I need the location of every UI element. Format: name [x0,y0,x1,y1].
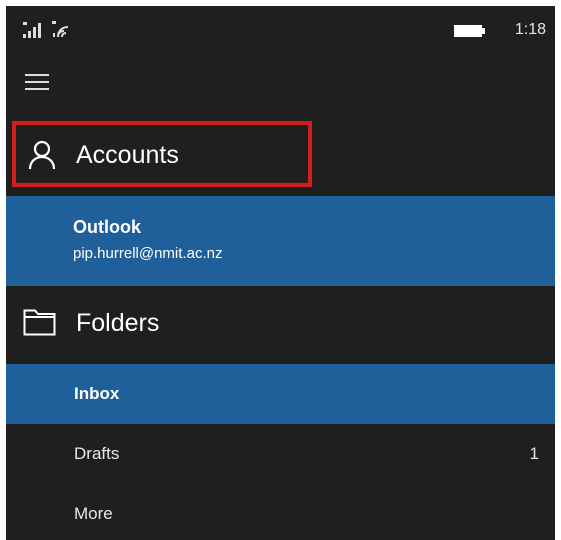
folder-item-inbox[interactable]: Inbox [6,364,555,424]
folder-name: Drafts [74,444,120,463]
account-item-outlook[interactable]: Outlook pip.hurrell@nmit.ac.nz [6,196,555,286]
account-name: Outlook [73,217,141,237]
folder-count: 1 [529,444,539,463]
folder-name: More [74,504,113,523]
folder-icon [23,309,56,336]
status-bar: 1:18 [6,6,555,52]
account-email: pip.hurrell@nmit.ac.nz [73,245,223,262]
status-time: 1:18 [514,21,546,38]
person-icon [28,140,56,170]
wifi-icon [52,21,69,38]
folder-item-more[interactable]: More [6,484,555,540]
folder-item-drafts[interactable]: Drafts 1 [6,424,555,484]
folders-header[interactable]: Folders [6,296,555,356]
battery-icon [454,25,485,37]
mail-app-navigation-pane: 1:18 Accounts Outlook pip.hurrell@nmit.a… [6,6,555,540]
signal-icon [23,22,41,38]
hamburger-menu-icon[interactable] [25,66,59,96]
accounts-label: Accounts [76,141,179,169]
folders-label: Folders [76,309,160,337]
folder-name: Inbox [74,384,120,403]
accounts-header[interactable]: Accounts [6,121,555,193]
